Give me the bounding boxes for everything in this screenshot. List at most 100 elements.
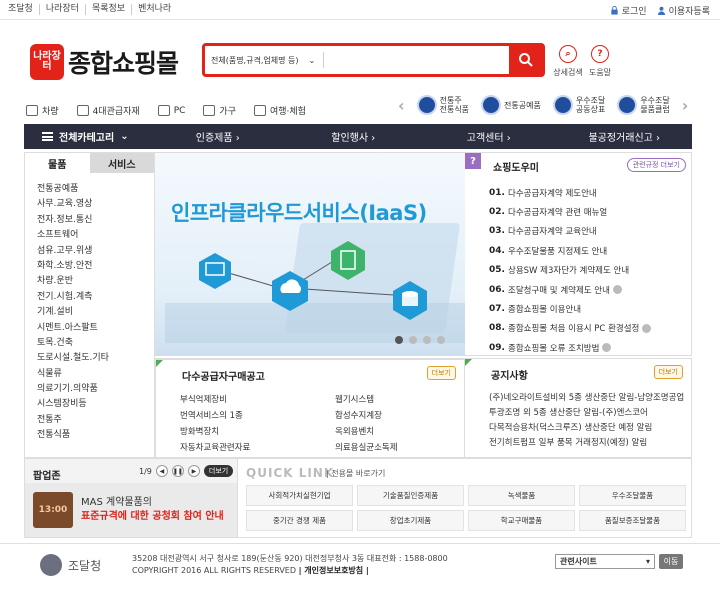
multi-supplier-item[interactable]: 방화벽장치 [180,425,335,440]
popup-line1: MAS 계약물품의 [81,497,152,508]
category-item[interactable]: 시멘트.아스팔트 [37,321,154,336]
category-item[interactable]: 전통식품 [37,428,154,443]
tab-goods[interactable]: 물품 [25,153,90,173]
help-item[interactable]: 02. 다수공급자계약 관련 매뉴얼 [489,202,651,221]
help-item[interactable]: 05. 상용SW 제3자단가 계약제도 안내 [489,261,651,280]
notice-item[interactable]: 다목적승용차(덕스크루즈) 생산중단 예정 알림 [489,421,684,436]
category-item[interactable]: 식물류 [37,367,154,382]
popup-more-button[interactable]: 더보기 [203,465,234,477]
category-item[interactable]: 섬유.고무.위생 [37,244,154,259]
nav-certified[interactable]: 인증제품 › [150,129,286,144]
cert-badge-icon [552,95,573,115]
help-item[interactable]: 07. 종합쇼핑몰 이용안내 [489,299,651,318]
category-item[interactable]: 차량.운반 [37,274,154,289]
notice-item[interactable]: (주)네오라이트설비외 5종 생산중단 알림-남양조명공업 [489,391,684,406]
privacy-policy-link[interactable]: | 개인정보보호방침 | [299,566,369,575]
notice-item[interactable]: 전기히트펌프 일부 품목 거래정지(예정) 알림 [489,436,684,451]
main-banner[interactable]: 인프라클라우드서비스(IaaS) [155,152,465,356]
quick-link-item[interactable]: 사회적가치실현기업 [246,485,353,506]
top-bar: 조달청 나라장터 목록정보 벤처나라 로그인 이용자등록 [0,0,720,20]
search-button[interactable] [509,45,543,75]
quick-cat-travel[interactable]: 여행·체험 [253,104,306,117]
help-item[interactable]: 04. 우수조달물품 지정제도 안내 [489,241,651,260]
multi-supplier-item[interactable]: 옥외용벤치 [335,425,450,440]
notice-item[interactable]: 투광조명 외 5종 생산중단 알림-(주)엔스코어 [489,406,684,421]
category-item[interactable]: 소프트웨어 [37,228,154,243]
category-panel: 물품 서비스 전통공예품 사무.교육.영상 전자.정보.통신 소프트웨어 섬유.고무.위… [24,152,155,458]
multi-supplier-item[interactable]: 부식억제장비 [180,393,335,408]
quick-cat-pc[interactable]: PC [157,104,185,117]
nav-customer-center[interactable]: 고객센터 › [421,129,557,144]
multi-supplier-item[interactable]: 의료용실균소독제 [335,441,450,456]
category-item[interactable]: 도로시설.철도.기타 [37,351,154,366]
category-item[interactable]: 전자.정보.통신 [37,213,154,228]
prev-icon[interactable]: ◀ [155,465,168,477]
popup-line2: 표준규격에 대한 공청회 참여 안내 [81,511,224,522]
all-categories-menu[interactable]: 전체카테고리 ⌄ [24,124,150,149]
category-item[interactable]: 사무.교육.영상 [37,197,154,212]
regulations-more-button[interactable]: 관련규정 더보기 [626,158,686,172]
link-catalog[interactable]: 목록정보 [86,4,133,15]
pause-icon[interactable]: ❚❚ [171,465,184,477]
quick-link-item[interactable]: 학교구매물품 [468,510,575,531]
quick-link-item[interactable]: 중기간 경쟁 제품 [246,510,353,531]
help-item[interactable]: 03. 다수공급자계약 교육안내 [489,222,651,241]
popup-banner[interactable]: 13:00 MAS 계약물품의 표준규격에 대한 공청회 참여 안내 [25,483,237,537]
search-category-select[interactable]: 전체(품명,규격,업체명 등) ⌄ [205,46,323,74]
quick-link-item[interactable]: 창업초기제품 [357,510,464,531]
help-item[interactable]: 01. 다수공급자계약 제도안내 [489,183,651,202]
quick-cat-vehicle[interactable]: 차량 [26,104,59,117]
register-link[interactable]: 이용자등록 [657,4,710,17]
quick-link-item[interactable]: 우수조달물품 [579,485,686,506]
banner-dot[interactable] [395,336,403,344]
related-go-button[interactable]: 이동 [659,554,683,569]
link-naramarket[interactable]: 나라장터 [40,4,86,15]
chevron-left-icon[interactable]: ‹ [398,96,405,115]
help-button[interactable]: ? 도움말 [582,45,618,78]
cert-excellent-club[interactable]: 우수조달 물품클럽 [617,95,670,115]
multi-supplier-more-button[interactable]: 더보기 [426,366,456,380]
multi-supplier-item[interactable]: 자동차교육관련자료 [180,441,335,456]
banner-dot[interactable] [437,336,445,344]
quick-cat-materials[interactable]: 4대관급자재 [76,104,140,117]
quick-cat-furniture[interactable]: 가구 [203,104,236,117]
quick-link-item[interactable]: 기술품질인증제품 [357,485,464,506]
multi-supplier-item[interactable]: 합성수지계장 [335,409,450,424]
category-item[interactable]: 기계.설비 [37,305,154,320]
banner-dot[interactable] [409,336,417,344]
category-item[interactable]: 의료기기.의약품 [37,382,154,397]
materials-icon [76,105,89,116]
login-link[interactable]: 로그인 [610,4,647,17]
banner-dot[interactable] [423,336,431,344]
cert-traditional-craft[interactable]: 전통공예품 [481,95,541,115]
link-pps[interactable]: 조달청 [8,4,40,15]
tab-service[interactable]: 서비스 [89,153,154,173]
category-item[interactable]: 전통공예품 [37,182,154,197]
quick-link-item[interactable]: 품질보증조달물품 [579,510,686,531]
help-item[interactable]: 08. 종합쇼핑몰 처음 이용시 PC 환경설정 [489,319,652,338]
category-item[interactable]: 토목.건축 [37,336,154,351]
multi-supplier-item[interactable]: 웹기시스템 [335,393,450,408]
category-item[interactable]: 화학.소방.안전 [37,259,154,274]
category-item[interactable]: 전기.시험.계측 [37,290,154,305]
nav-unfair-report[interactable]: 불공정거래신고 › [557,129,693,144]
search-input[interactable] [324,46,509,74]
help-item[interactable]: 06. 조달청구매 및 계약제도 안내 [489,280,651,299]
category-item[interactable]: 시스템장비등 [37,397,154,412]
link-venture[interactable]: 벤처나라 [132,4,177,15]
detail-search-button[interactable]: ⌕ 상세검색 [550,45,586,78]
multi-supplier-item[interactable]: 번역서비스의 1종 [180,409,335,424]
next-icon[interactable]: ▶ [187,465,200,477]
cert-excellent-brand[interactable]: 우수조달 공동상표 [552,95,605,115]
cert-traditional-liquor[interactable]: 전통주 전통식품 [416,95,469,115]
help-item[interactable]: 09. 종합쇼핑몰 오류 조치방법 [489,338,651,357]
related-sites-select[interactable]: 관련사이트 ▾ [555,554,655,569]
category-item[interactable]: 전통주 [37,413,154,428]
quick-link-grid: 사회적가치실현기업 기술품질인증제품 녹색물품 우수조달물품중기간 경쟁 제품 창업초기… [246,485,686,531]
quick-link-panel: QUICK LINK | 전용몰 바로가기 사회적가치실현기업 기술품질인증제품 녹… [238,458,692,538]
nav-sale[interactable]: 할인행사 › [286,129,422,144]
notice-more-button[interactable]: 더보기 [653,365,683,379]
site-logo[interactable]: 나라장터 종합쇼핑몰 [30,40,190,84]
quick-link-item[interactable]: 녹색물품 [468,485,575,506]
chevron-right-icon[interactable]: › [682,96,689,115]
